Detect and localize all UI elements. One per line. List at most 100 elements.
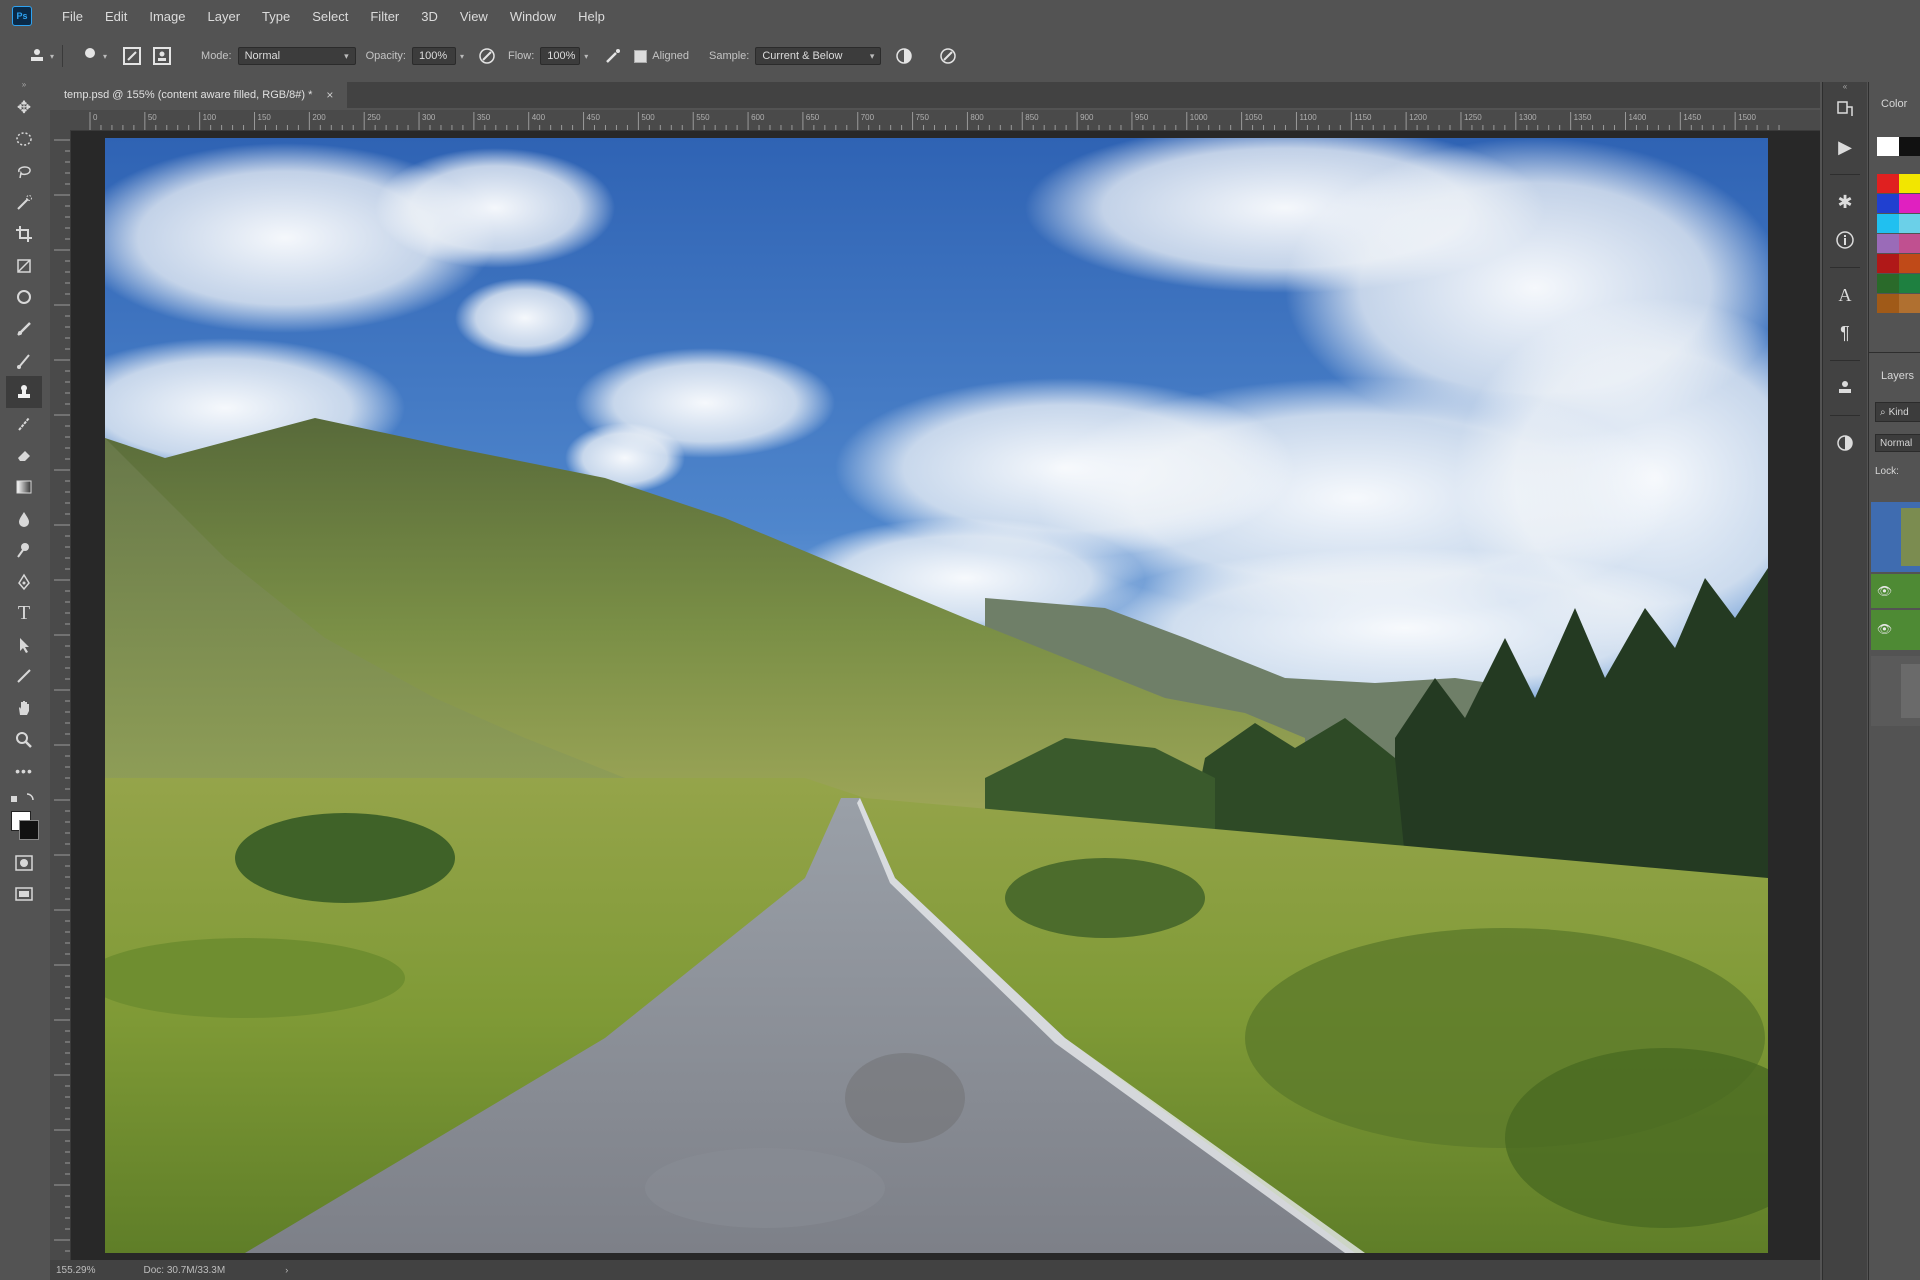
opacity-caret-icon[interactable]: ▾ bbox=[460, 52, 464, 61]
swatch-red[interactable] bbox=[1877, 174, 1899, 193]
aligned-checkbox[interactable] bbox=[634, 49, 648, 63]
clone-stamp-preset-icon[interactable] bbox=[26, 45, 48, 67]
menu-3d[interactable]: 3D bbox=[421, 9, 438, 24]
brush-settings-icon[interactable]: ✱ bbox=[1823, 183, 1867, 221]
path-selection-tool-icon[interactable] bbox=[6, 629, 42, 661]
blend-mode-select[interactable]: Normal bbox=[1875, 434, 1920, 452]
gradient-tool-icon[interactable] bbox=[6, 471, 42, 503]
adjustments-icon[interactable] bbox=[1823, 424, 1867, 462]
vertical-ruler-ticks bbox=[54, 139, 70, 1252]
vertical-ruler[interactable] bbox=[50, 130, 71, 1260]
clone-stamp-tool-icon[interactable] bbox=[6, 376, 42, 408]
screen-mode-icon[interactable] bbox=[6, 879, 42, 911]
type-tool-icon[interactable]: T bbox=[6, 598, 42, 630]
mode-select[interactable]: Normal ▾ bbox=[237, 47, 356, 65]
swatch-black[interactable] bbox=[1899, 137, 1920, 156]
photoshop-app-icon[interactable]: Ps bbox=[12, 6, 32, 26]
brush-settings-panel-icon[interactable] bbox=[121, 45, 143, 67]
history-panel-icon[interactable] bbox=[1823, 90, 1867, 128]
swatch-dark-green[interactable] bbox=[1877, 274, 1899, 293]
swatch-cyan[interactable] bbox=[1877, 214, 1899, 233]
blur-tool-icon[interactable] bbox=[6, 503, 42, 535]
layers-panel-tab[interactable]: Layers bbox=[1881, 370, 1914, 382]
menu-window[interactable]: Window bbox=[510, 9, 556, 24]
zoom-level[interactable]: 155.29% bbox=[56, 1265, 95, 1276]
crop-tool-icon[interactable] bbox=[6, 218, 42, 250]
flow-caret-icon[interactable]: ▾ bbox=[584, 52, 588, 61]
clone-source-icon[interactable] bbox=[1823, 369, 1867, 407]
swatch-purple[interactable] bbox=[1877, 234, 1899, 253]
swatch-blue[interactable] bbox=[1877, 194, 1899, 213]
opacity-input[interactable]: 100% bbox=[411, 47, 456, 65]
swatch-dark-red[interactable] bbox=[1877, 254, 1899, 273]
info-panel-icon[interactable] bbox=[1823, 221, 1867, 259]
pen-tool-icon[interactable] bbox=[6, 566, 42, 598]
brush-tool-icon[interactable] bbox=[6, 345, 42, 377]
background-color-swatch[interactable] bbox=[19, 820, 39, 841]
pressure-size-icon[interactable] bbox=[937, 45, 959, 67]
layer-row[interactable] bbox=[1871, 656, 1920, 726]
move-tool-icon[interactable]: ✥ bbox=[6, 92, 42, 124]
sample-select[interactable]: Current & Below ▾ bbox=[755, 47, 882, 65]
swatch-pink[interactable] bbox=[1899, 234, 1920, 253]
quick-mask-icon[interactable] bbox=[6, 847, 42, 879]
history-brush-tool-icon[interactable] bbox=[6, 408, 42, 440]
eye-visibility-icon[interactable]: 👁 bbox=[1877, 584, 1892, 598]
menu-view[interactable]: View bbox=[460, 9, 488, 24]
marquee-tool-icon[interactable] bbox=[6, 124, 42, 156]
character-panel-icon[interactable]: A bbox=[1823, 276, 1867, 314]
frame-tool-icon[interactable] bbox=[6, 250, 42, 282]
toolbar-collapse-icon[interactable]: » bbox=[6, 80, 42, 92]
brush-caret-icon[interactable]: ▾ bbox=[103, 52, 107, 61]
swatch-tan[interactable] bbox=[1899, 294, 1920, 313]
flow-input[interactable]: 100% bbox=[540, 47, 581, 65]
airbrush-icon[interactable] bbox=[602, 45, 624, 67]
brush-preset-icon[interactable] bbox=[79, 45, 101, 67]
dock-collapse-icon[interactable]: « bbox=[1823, 82, 1867, 91]
menu-file[interactable]: File bbox=[62, 9, 83, 24]
close-icon[interactable]: × bbox=[326, 88, 333, 102]
swatch-brown[interactable] bbox=[1877, 294, 1899, 313]
horizontal-ruler[interactable]: 0 50 100 150 200 250 300 350 400 450 500 550 600 650 7… bbox=[50, 110, 1820, 131]
menu-layer[interactable]: Layer bbox=[208, 9, 241, 24]
preset-caret-icon[interactable]: ▾ bbox=[50, 52, 54, 61]
menu-filter[interactable]: Filter bbox=[370, 9, 399, 24]
layer-filter-input[interactable]: ⌕ Kind bbox=[1875, 402, 1920, 422]
color-swatches[interactable] bbox=[6, 811, 42, 847]
eraser-tool-icon[interactable] bbox=[6, 440, 42, 472]
swatch-green[interactable] bbox=[1899, 274, 1920, 293]
color-panel-tab[interactable]: Color bbox=[1881, 98, 1907, 110]
pressure-opacity-icon[interactable] bbox=[476, 45, 498, 67]
menu-help[interactable]: Help bbox=[578, 9, 605, 24]
paragraph-panel-icon[interactable]: ¶ bbox=[1823, 314, 1867, 352]
document-tab[interactable]: temp.psd @ 155% (content aware filled, R… bbox=[50, 82, 348, 108]
eye-visibility-icon[interactable]: 👁 bbox=[1877, 622, 1892, 636]
swatch-magenta[interactable] bbox=[1899, 194, 1920, 213]
menu-select[interactable]: Select bbox=[312, 9, 348, 24]
swatch-yellow[interactable] bbox=[1899, 174, 1920, 193]
swatch-orange-red[interactable] bbox=[1899, 254, 1920, 273]
lasso-tool-icon[interactable] bbox=[6, 155, 42, 187]
layer-row[interactable]: 👁 bbox=[1871, 574, 1920, 608]
hand-tool-icon[interactable] bbox=[6, 692, 42, 724]
more-tools-icon[interactable]: ••• bbox=[6, 755, 42, 787]
layer-row[interactable]: 👁 bbox=[1871, 610, 1920, 650]
line-tool-icon[interactable] bbox=[6, 661, 42, 693]
zoom-tool-icon[interactable] bbox=[6, 724, 42, 756]
menu-type[interactable]: Type bbox=[262, 9, 290, 24]
swatch-light-cyan[interactable] bbox=[1899, 214, 1920, 233]
eyedropper-tool-icon[interactable] bbox=[6, 282, 42, 314]
clone-source-panel-icon[interactable] bbox=[151, 45, 173, 67]
spot-healing-tool-icon[interactable] bbox=[6, 313, 42, 345]
actions-play-icon[interactable]: ▶ bbox=[1823, 128, 1867, 166]
swatch-white[interactable] bbox=[1877, 137, 1899, 156]
layer-row-selected[interactable] bbox=[1871, 502, 1920, 572]
swap-colors-icon[interactable] bbox=[6, 787, 42, 811]
dodge-tool-icon[interactable] bbox=[6, 534, 42, 566]
status-info-arrow-icon[interactable]: › bbox=[285, 1265, 288, 1275]
ignore-adjustment-layers-icon[interactable] bbox=[893, 45, 915, 67]
menu-edit[interactable]: Edit bbox=[105, 9, 127, 24]
quick-selection-tool-icon[interactable] bbox=[6, 187, 42, 219]
document-canvas-photo[interactable] bbox=[105, 138, 1768, 1253]
menu-image[interactable]: Image bbox=[149, 9, 185, 24]
